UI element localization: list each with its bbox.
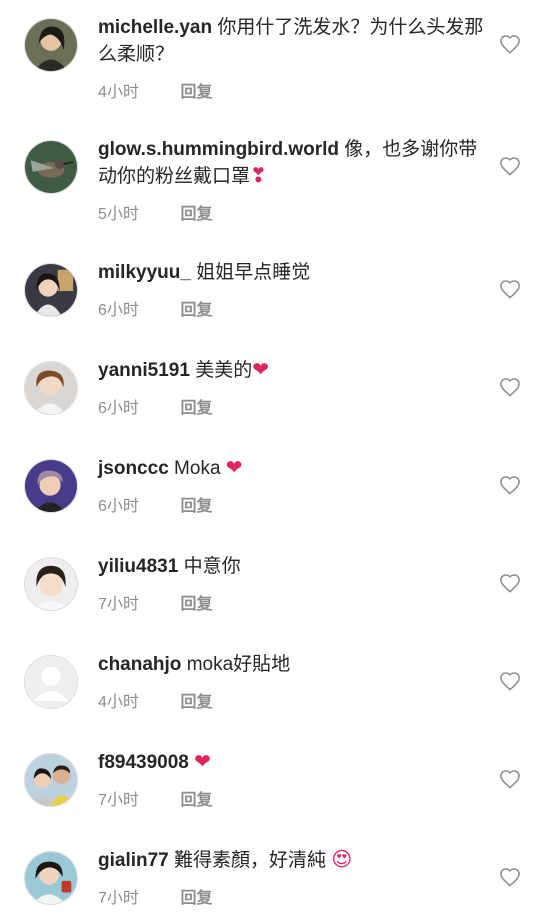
reply-button[interactable]: 回复 (180, 400, 212, 417)
avatar[interactable] (24, 753, 78, 807)
reply-button[interactable]: 回复 (180, 792, 212, 809)
comment-timestamp: 7小时 (98, 792, 139, 809)
heart-outline-icon[interactable] (499, 279, 521, 299)
reply-button[interactable]: 回复 (180, 302, 212, 319)
comment-text: Moka (174, 458, 221, 479)
heart-outline-icon[interactable] (499, 156, 521, 176)
heart-outline-icon[interactable] (499, 34, 521, 54)
heart-eyes-emoji: 😍 (331, 849, 353, 871)
comment-text: 姐姐早点睡觉 (196, 262, 311, 283)
reply-button[interactable]: 回复 (180, 84, 212, 101)
comment-text: 美美的 (195, 360, 253, 381)
comment-list: michelle.yan 你用什了洗发水？为什么头发那么柔顺？ 4小时 回复 g… (0, 0, 554, 923)
avatar[interactable] (24, 263, 78, 317)
reply-button[interactable]: 回复 (180, 596, 212, 613)
comment-username[interactable]: chanahjo (98, 654, 181, 675)
reply-button[interactable]: 回复 (180, 694, 212, 711)
heart-outline-icon[interactable] (499, 671, 521, 691)
comment-timestamp: 6小时 (98, 400, 139, 417)
avatar[interactable] (24, 361, 78, 415)
avatar[interactable] (24, 18, 78, 72)
comment-username[interactable]: yanni5191 (98, 360, 190, 381)
comment-username[interactable]: gialin77 (98, 850, 169, 871)
avatar[interactable] (24, 140, 78, 194)
comment-username[interactable]: michelle.yan (98, 17, 212, 38)
heart-emoji: ❤ (194, 751, 211, 773)
reply-button[interactable]: 回复 (180, 206, 212, 223)
avatar[interactable] (24, 557, 78, 611)
heart-outline-icon[interactable] (499, 377, 521, 397)
comment-username[interactable]: f89439008 (98, 752, 189, 773)
heart-emoji: ❤ (252, 359, 269, 381)
heart-outline-icon[interactable] (499, 867, 521, 887)
reply-button[interactable]: 回复 (180, 890, 212, 907)
comment-timestamp: 6小时 (98, 498, 139, 515)
comment-timestamp: 4小时 (98, 694, 139, 711)
avatar[interactable] (24, 459, 78, 513)
comment-timestamp: 7小时 (98, 596, 139, 613)
heart-outline-icon[interactable] (499, 769, 521, 789)
heart-emoji: ❤ (225, 457, 243, 479)
comment-text: 難得素顏，好清純 (174, 850, 327, 871)
heart-emoji: ❣ (250, 165, 267, 187)
comment-timestamp: 7小时 (98, 890, 139, 907)
comment-username[interactable]: glow.s.hummingbird.world (98, 139, 339, 160)
reply-button[interactable]: 回复 (180, 498, 212, 515)
comment-timestamp: 6小时 (98, 302, 139, 319)
comment-username[interactable]: jsonccc (98, 458, 169, 479)
comment-username[interactable]: milkyyuu_ (98, 262, 191, 283)
avatar[interactable] (24, 851, 78, 905)
comment-username[interactable]: yiliu4831 (98, 556, 178, 577)
avatar[interactable] (24, 655, 78, 709)
comment-text: moka好貼地 (186, 654, 291, 675)
comment-timestamp: 4小时 (98, 84, 139, 101)
comment-text: 中意你 (183, 556, 241, 577)
comment-timestamp: 5小时 (98, 206, 139, 223)
heart-outline-icon[interactable] (499, 475, 521, 495)
heart-outline-icon[interactable] (499, 573, 521, 593)
